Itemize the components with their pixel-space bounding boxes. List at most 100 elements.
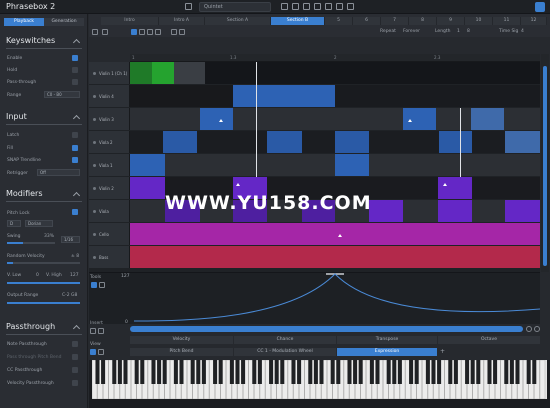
section-tab[interactable]: Section B xyxy=(271,17,325,25)
black-key[interactable] xyxy=(392,360,397,384)
black-key[interactable] xyxy=(336,360,341,384)
export-icon[interactable] xyxy=(336,3,343,10)
lane[interactable]: Cello xyxy=(89,223,540,245)
black-key[interactable] xyxy=(470,360,475,384)
section-tab[interactable]: 12 xyxy=(521,17,547,25)
length-unit[interactable]: 8 xyxy=(467,29,470,34)
black-key[interactable] xyxy=(274,360,279,384)
section-tab[interactable]: Intro xyxy=(101,17,159,25)
collapse-icon[interactable] xyxy=(72,114,81,123)
collapse-icon[interactable] xyxy=(72,191,81,200)
section-passthrough[interactable]: Passthrough xyxy=(6,322,55,331)
black-key[interactable] xyxy=(229,360,234,384)
section-tab[interactable]: 6 xyxy=(353,17,381,25)
black-key[interactable] xyxy=(313,360,318,384)
black-key[interactable] xyxy=(375,360,380,384)
arrow-right-icon[interactable] xyxy=(102,29,108,35)
menu-icon[interactable] xyxy=(185,3,192,10)
black-key[interactable] xyxy=(218,360,223,384)
velocity-passthrough-checkbox[interactable] xyxy=(72,380,78,386)
note-block[interactable] xyxy=(152,62,174,84)
black-key[interactable] xyxy=(269,360,274,384)
black-key[interactable] xyxy=(526,360,531,384)
note-block[interactable] xyxy=(130,223,540,245)
note-block[interactable] xyxy=(130,154,165,176)
pencil-tool-icon[interactable] xyxy=(99,282,105,288)
black-key[interactable] xyxy=(347,360,352,384)
note-block[interactable] xyxy=(471,108,504,130)
add-tab-icon[interactable]: + xyxy=(440,348,446,356)
note-block[interactable] xyxy=(267,131,302,153)
black-key[interactable] xyxy=(431,360,436,384)
black-key[interactable] xyxy=(117,360,122,384)
black-key[interactable] xyxy=(291,360,296,384)
black-key[interactable] xyxy=(397,360,402,384)
param-tab-octave[interactable]: Octave xyxy=(438,336,540,344)
black-key[interactable] xyxy=(515,360,520,384)
retrigger-select[interactable]: Off xyxy=(37,169,80,176)
enable-checkbox[interactable] xyxy=(72,55,78,61)
note-block[interactable] xyxy=(233,85,255,107)
black-key[interactable] xyxy=(213,360,218,384)
section-tab[interactable]: 9 xyxy=(437,17,465,25)
swing-slider[interactable] xyxy=(7,242,55,244)
note-block[interactable] xyxy=(439,131,472,153)
pitchbend-passthrough-checkbox[interactable] xyxy=(72,354,78,360)
length-value[interactable]: 1 xyxy=(457,29,460,34)
view-list-icon[interactable] xyxy=(98,349,104,355)
black-key[interactable] xyxy=(493,360,498,384)
note-block[interactable] xyxy=(438,177,472,199)
pitch-lock-key[interactable]: D xyxy=(7,220,21,227)
black-key[interactable] xyxy=(409,360,414,384)
collapse-icon[interactable] xyxy=(72,38,81,47)
timeline-ruler[interactable]: 1 1.3 2 2.3 xyxy=(130,54,540,62)
note-block[interactable] xyxy=(174,62,205,84)
white-key[interactable] xyxy=(539,359,546,400)
black-key[interactable] xyxy=(196,360,201,384)
black-key[interactable] xyxy=(257,360,262,384)
black-key[interactable] xyxy=(448,360,453,384)
black-key[interactable] xyxy=(414,360,419,384)
section-tab[interactable]: 7 xyxy=(381,17,409,25)
redo-icon[interactable] xyxy=(292,3,299,10)
section-tab[interactable]: 11 xyxy=(493,17,521,25)
keyboard-svg[interactable] xyxy=(91,359,547,400)
black-key[interactable] xyxy=(190,360,195,384)
select-tool-icon[interactable] xyxy=(131,29,137,35)
black-key[interactable] xyxy=(280,360,285,384)
note-block[interactable] xyxy=(505,200,540,222)
param-tab-transpose[interactable]: Transpose xyxy=(337,336,437,344)
section-tab[interactable]: 5 xyxy=(325,17,353,25)
note-block[interactable] xyxy=(505,131,540,153)
zoom-out-icon[interactable] xyxy=(526,326,532,332)
note-block[interactable] xyxy=(200,108,233,130)
lane[interactable]: Violin 4 xyxy=(89,85,540,107)
select-tool-icon[interactable] xyxy=(91,282,97,288)
black-key[interactable] xyxy=(437,360,442,384)
save-icon[interactable] xyxy=(303,3,310,10)
black-key[interactable] xyxy=(134,360,139,384)
black-key[interactable] xyxy=(330,360,335,384)
pitch-lock-scale[interactable]: Dorian xyxy=(25,220,53,227)
scroll-thumb[interactable] xyxy=(543,66,547,266)
lane[interactable]: Bass xyxy=(89,246,540,268)
black-key[interactable] xyxy=(319,360,324,384)
note-block[interactable] xyxy=(255,85,303,107)
black-key[interactable] xyxy=(162,360,167,384)
note-block[interactable] xyxy=(335,154,369,176)
note-passthrough-checkbox[interactable] xyxy=(72,341,78,347)
black-key[interactable] xyxy=(509,360,514,384)
black-key[interactable] xyxy=(112,360,117,384)
view-grid-icon[interactable] xyxy=(90,349,96,355)
section-tab[interactable]: Section A xyxy=(205,17,271,25)
lane[interactable]: Viola 2 xyxy=(89,131,540,153)
section-keyswitches[interactable]: Keyswitches xyxy=(6,36,55,45)
link-icon[interactable] xyxy=(98,328,104,334)
note-block[interactable] xyxy=(130,246,540,268)
output-range-slider[interactable] xyxy=(7,302,80,304)
tab-generation[interactable]: Generation xyxy=(44,18,84,26)
black-key[interactable] xyxy=(358,360,363,384)
lane[interactable]: Violin 3 xyxy=(89,108,540,130)
horizontal-scrollbar[interactable] xyxy=(130,326,523,332)
black-key[interactable] xyxy=(140,360,145,384)
